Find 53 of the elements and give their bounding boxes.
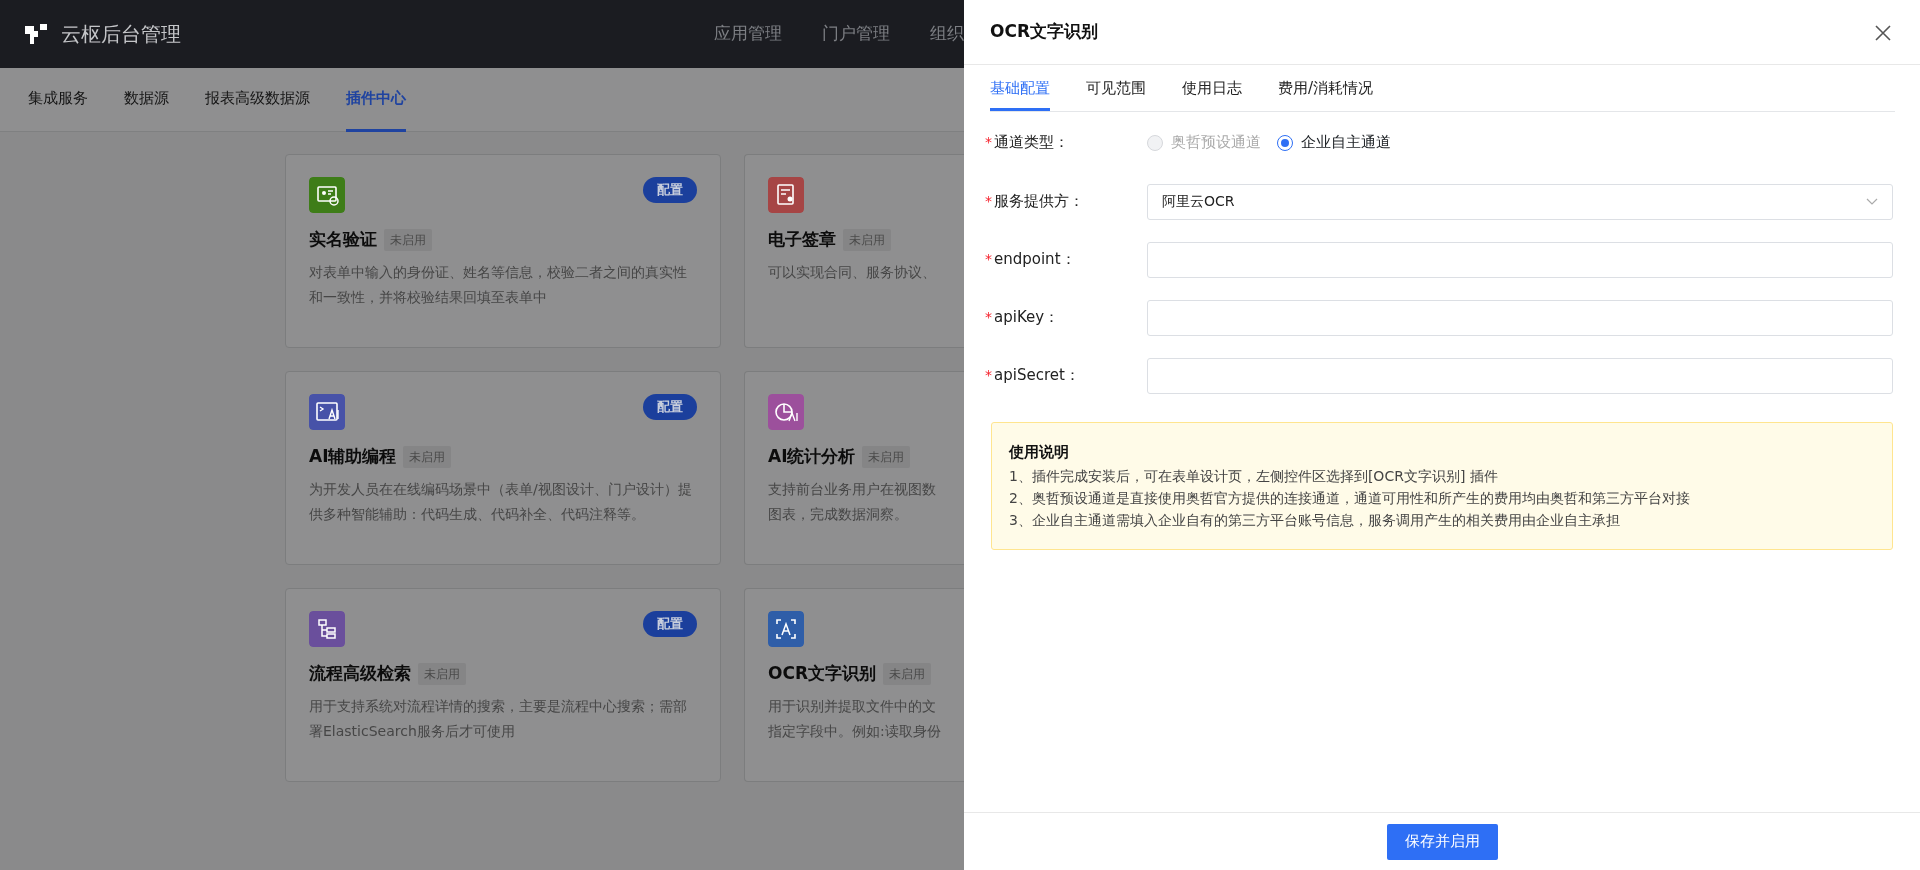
plugin-name: 电子签章	[768, 228, 836, 251]
plugin-name: 流程高级检索	[309, 662, 411, 685]
drawer-title: OCR文字识别	[990, 20, 1099, 44]
config-button[interactable]: 配置	[643, 611, 697, 637]
notice-text: 2、奥哲预设通道是直接使用奥哲官方提供的连接通道，通道可用性和所产生的费用均由奥哲和第三方平台对接	[1009, 489, 1691, 508]
required-mark: *	[985, 133, 992, 152]
required-mark: *	[985, 308, 992, 327]
required-mark: *	[985, 250, 992, 269]
notice-text: 1、插件完成安装后，可在表单设计页，左侧控件区选择到[OCR文字识别] 插件	[1009, 467, 1499, 486]
field-label: 服务提供方：	[994, 191, 1084, 213]
config-button[interactable]: 配置	[643, 177, 697, 203]
notice-text: 3、企业自主通道需填入企业自有的第三方平台账号信息，服务调用产生的相关费用由企业自主承担	[1009, 511, 1621, 530]
plugin-name: OCR文字识别	[768, 662, 877, 685]
select-field[interactable]: 阿里云OCR	[1147, 183, 1893, 220]
input-field[interactable]	[1147, 241, 1893, 278]
field-label: 通道类型：	[994, 132, 1069, 154]
plugin-description: 图表，完成数据洞察。	[768, 504, 909, 524]
plugin-name: AI统计分析	[768, 445, 856, 468]
notice-title: 使用说明	[1009, 441, 1070, 463]
field-label: endpoint：	[994, 249, 1076, 271]
tab[interactable]: 费用/消耗情况	[1278, 65, 1374, 111]
plugin-description: 为开发人员在在线编码场景中（表单/视图设计、门户设计）提供多种智能辅助：代码生成、代码补全、代码注释等。	[309, 479, 693, 524]
save-enable-button[interactable]: 保存并启用	[1386, 823, 1498, 860]
plugin-description: 用于支持系统对流程详情的搜索，主要是流程中心搜索；需部署ElasticSearch服务后才可使用	[309, 696, 688, 741]
logo-icon	[25, 24, 47, 44]
field-label: apiSecret：	[994, 365, 1080, 387]
tab[interactable]: 使用日志	[1182, 65, 1242, 111]
nav-tab[interactable]: 报表高级数据源	[205, 68, 310, 132]
field-label: apiKey：	[994, 307, 1060, 329]
radio-option: 奥哲预设通道	[1147, 131, 1261, 154]
input-field[interactable]	[1147, 357, 1893, 394]
chevron-down-icon	[1866, 197, 1878, 206]
nav-link[interactable]: 组织	[930, 21, 964, 47]
tab[interactable]: 基础配置	[990, 65, 1050, 111]
config-button[interactable]: 配置	[643, 394, 697, 420]
plugin-description: 指定字段中。例如:读取身份	[768, 721, 941, 741]
input-field[interactable]	[1147, 299, 1893, 336]
plugin-description: 支持前台业务用户在视图数	[768, 479, 937, 499]
app-title: 云枢后台管理	[61, 21, 181, 48]
nav-tab[interactable]: 数据源	[124, 68, 169, 132]
nav-link[interactable]: 应用管理	[714, 21, 782, 47]
close-icon	[1875, 24, 1891, 41]
plugin-description: 用于识别并提取文件中的文	[768, 696, 937, 716]
plugin-name: 实名验证	[309, 228, 377, 251]
tab[interactable]: 可见范围	[1086, 65, 1146, 111]
nav-link[interactable]: 门户管理	[822, 21, 890, 47]
plugin-description: 对表单中输入的身份证、姓名等信息，校验二者之间的真实性和一致性，并将校验结果回填至表单中	[309, 262, 688, 307]
required-mark: *	[985, 192, 992, 211]
required-mark: *	[985, 366, 992, 385]
plugin-name: AI辅助编程	[309, 445, 397, 468]
radio-option[interactable]: 企业自主通道	[1277, 131, 1391, 154]
nav-tab[interactable]: 集成服务	[28, 68, 88, 132]
plugin-description: 可以实现合同、服务协议、	[768, 262, 937, 282]
